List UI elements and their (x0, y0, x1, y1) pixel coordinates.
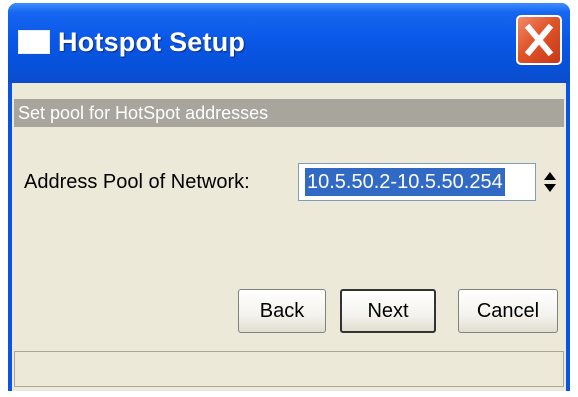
address-pool-value: 10.5.50.2-10.5.50.254 (305, 168, 505, 196)
cancel-button[interactable]: Cancel (458, 289, 558, 333)
hotspot-setup-window: Hotspot Setup Set pool for HotSpot addre… (8, 3, 570, 391)
address-pool-label: Address Pool of Network: (24, 171, 250, 193)
close-button[interactable] (516, 15, 562, 65)
status-bar (14, 351, 564, 387)
title-bar[interactable]: Hotspot Setup (8, 3, 570, 83)
window-title: Hotspot Setup (58, 27, 246, 57)
dialog-body: Set pool for HotSpot addresses Address P… (12, 83, 566, 391)
spinner-icon (544, 172, 556, 192)
back-button[interactable]: Back (238, 289, 326, 333)
window-icon (18, 30, 50, 54)
address-pool-spinner[interactable] (542, 169, 558, 195)
section-header: Set pool for HotSpot addresses (14, 99, 564, 127)
address-pool-input[interactable]: 10.5.50.2-10.5.50.254 (298, 163, 536, 201)
close-icon (524, 23, 554, 57)
next-button[interactable]: Next (340, 289, 436, 333)
